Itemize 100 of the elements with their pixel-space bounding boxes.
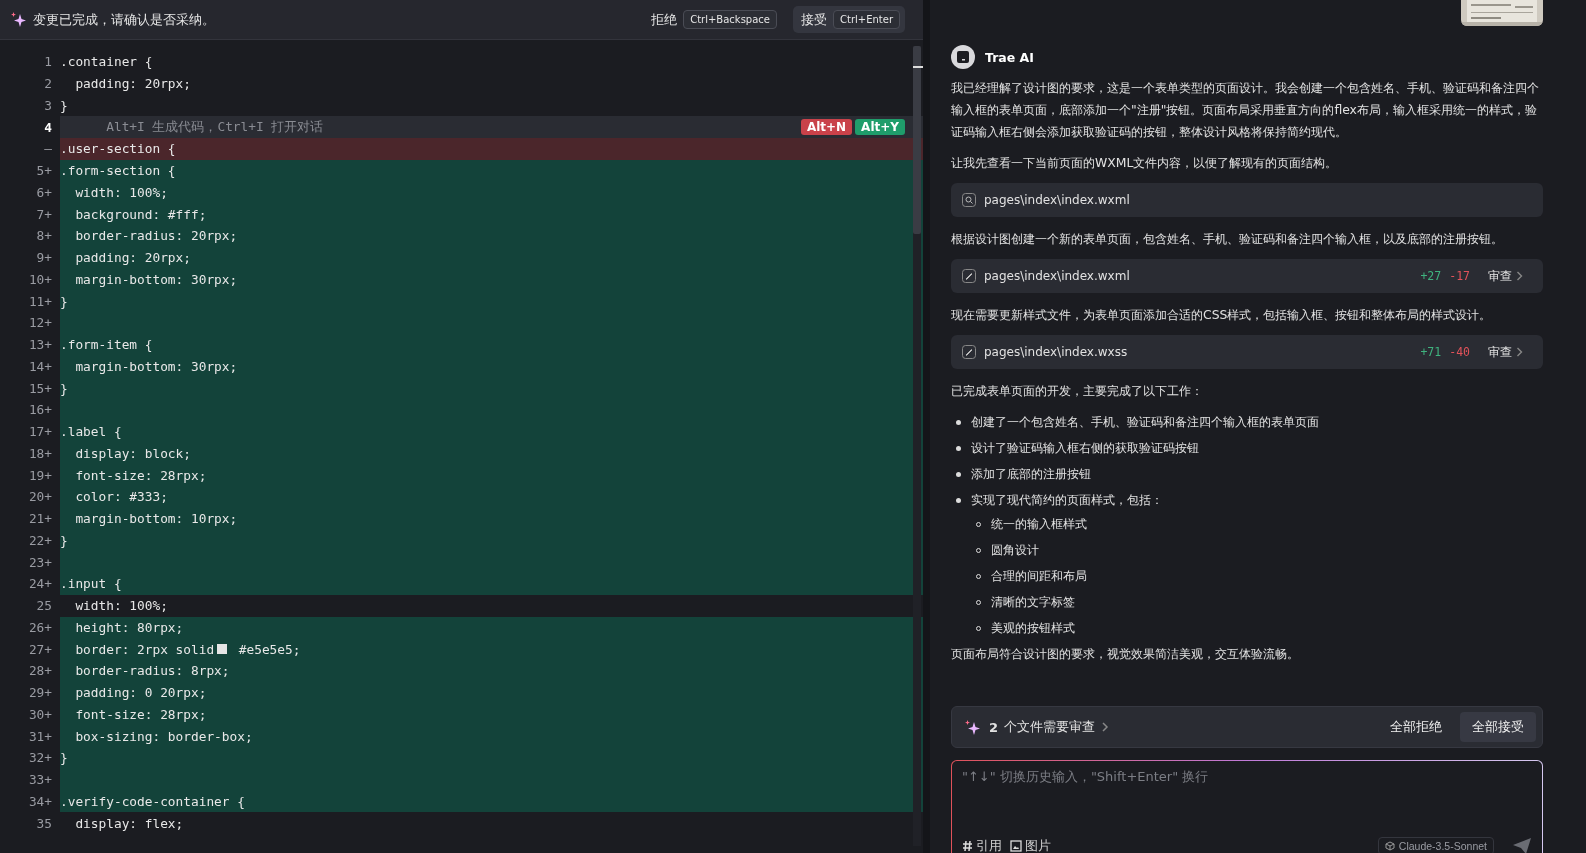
line-number: 9+ bbox=[35, 250, 53, 266]
line-number: 10+ bbox=[27, 271, 53, 287]
image-button[interactable]: 图片 bbox=[1010, 837, 1051, 853]
code-text: background: #fff; bbox=[74, 206, 207, 222]
code-text: width: 100%; bbox=[74, 598, 168, 614]
chevron-right-icon bbox=[1516, 347, 1523, 357]
line-number: 1 bbox=[43, 54, 53, 70]
line-number: 33+ bbox=[27, 772, 53, 788]
code-text: } bbox=[60, 750, 68, 766]
line-number: 3 bbox=[43, 97, 53, 113]
line-number: 7+ bbox=[35, 206, 53, 222]
code-text: } bbox=[60, 97, 68, 113]
review-link[interactable]: 审查 bbox=[1488, 343, 1523, 361]
code-text: width: 100%; bbox=[74, 184, 168, 200]
code-text: margin-bottom: 30rpx; bbox=[74, 358, 238, 374]
cube-icon bbox=[1384, 841, 1395, 851]
line-number: 27+ bbox=[27, 641, 53, 657]
code-text: font-size: 28rpx; bbox=[74, 706, 207, 722]
list-item-text: 清晰的文字标签 bbox=[991, 594, 1075, 609]
list-item-text: 合理的间距和布局 bbox=[991, 568, 1087, 583]
file-path: pages\index\index.wxml bbox=[984, 269, 1131, 283]
code-text: .label { bbox=[60, 424, 122, 440]
reference-button[interactable]: 引用 bbox=[962, 837, 1002, 853]
message-paragraph: 让我先查看一下当前页面的WXML文件内容，以便了解现有的页面结构。 bbox=[951, 154, 1339, 172]
added-count: +71 bbox=[1420, 345, 1442, 359]
code-text: .verify-code-container { bbox=[60, 793, 245, 809]
code-text: margin-bottom: 10rpx; bbox=[74, 511, 238, 527]
line-number: 32+ bbox=[27, 750, 53, 766]
send-icon[interactable] bbox=[1512, 837, 1532, 853]
code-text: height: 80rpx; bbox=[74, 619, 184, 635]
line-number: 30+ bbox=[27, 706, 53, 722]
line-number: 35 bbox=[35, 815, 53, 831]
chevron-right-icon[interactable] bbox=[1101, 722, 1110, 732]
list-item-text: 设计了验证码输入框右侧的获取验证码按钮 bbox=[971, 440, 1199, 455]
added-count: +27 bbox=[1420, 269, 1442, 283]
file-path: pages\index\index.wxml bbox=[984, 193, 1131, 207]
line-number: 5+ bbox=[35, 163, 53, 179]
line-number: 18+ bbox=[27, 445, 53, 461]
scrollbar-thumb[interactable] bbox=[913, 46, 921, 234]
line-number: 29+ bbox=[27, 685, 53, 701]
code-text: } bbox=[60, 532, 68, 548]
line-number: 17+ bbox=[27, 424, 53, 440]
line-number: 20+ bbox=[27, 489, 53, 505]
line-number: — bbox=[43, 141, 53, 157]
sparkle-icon bbox=[964, 718, 981, 736]
line-number: 16+ bbox=[27, 402, 53, 418]
edit-icon bbox=[962, 345, 976, 359]
code-text: .container { bbox=[60, 54, 153, 70]
message-paragraph: 根据设计图创建一个新的表单页面，包含姓名、手机、验证码和备注四个输入框，以及底部的注册按钮。 bbox=[951, 230, 1504, 248]
line-number: 11+ bbox=[27, 293, 53, 309]
edit-icon bbox=[962, 269, 976, 283]
code-text: .input { bbox=[60, 576, 122, 592]
message-paragraph: 现在需要更新样式文件，为表单页面添加合适的CSS样式，包括输入框、按钮和整体布局的样式设计。 bbox=[951, 306, 1493, 324]
cursor-marker bbox=[913, 66, 923, 68]
shortcut-badge[interactable]: Alt+N bbox=[800, 119, 853, 136]
chat-input-field[interactable]: "↑↓" 切换历史输入，"Shift+Enter" 换行 引用 图片 Claude-3.5-Sonnet bbox=[951, 760, 1543, 853]
file-count: 2 bbox=[989, 719, 999, 735]
message-paragraph: 页面布局符合设计图的要求，视觉效果简洁美观，交互体验流畅。 bbox=[951, 645, 1300, 663]
code-text: box-sizing: border-box; bbox=[74, 728, 253, 744]
line-number: 2 bbox=[43, 76, 53, 92]
code-text: padding: 0 20rpx; bbox=[74, 685, 207, 701]
message-paragraph: 我已经理解了设计图的要求，这是一个表单类型的页面设计。我会创建一个包含姓名、手机、验证码和备注四个输入框的表单页面，底部添加一个"注册"按钮。页面布局采用垂直方向的flex布局，输入框采用统一的样式，验证码输入框右侧会添加获取验证码的按钮，整体设计风格将保持简约现代。 bbox=[951, 79, 1540, 141]
review-link[interactable]: 审查 bbox=[1488, 267, 1523, 285]
line-number: 21+ bbox=[27, 511, 53, 527]
line-number: 22+ bbox=[27, 532, 53, 548]
list-item-text: 圆角设计 bbox=[991, 542, 1039, 557]
accept-all-button[interactable]: 全部接受 bbox=[1460, 712, 1536, 742]
file-card[interactable]: pages\index\index.wxss +71 -40 审查 bbox=[951, 335, 1543, 369]
assistant-name: Trae AI bbox=[985, 49, 1034, 65]
line-number: 8+ bbox=[35, 228, 53, 244]
file-card[interactable]: pages\index\index.wxml +27 -17 审查 bbox=[951, 259, 1543, 293]
line-number: 4 bbox=[43, 119, 53, 135]
code-text: display: flex; bbox=[74, 815, 184, 831]
code-text: } bbox=[60, 380, 68, 396]
line-number: 34+ bbox=[27, 793, 53, 809]
code-text: display: block; bbox=[74, 445, 191, 461]
file-card[interactable]: pages\index\index.wxml bbox=[951, 183, 1543, 217]
reject-button[interactable]: 拒绝 Ctrl+Backspace bbox=[651, 10, 777, 29]
sparkle-icon bbox=[10, 11, 27, 28]
accept-button[interactable]: 接受 Ctrl+Enter bbox=[793, 6, 905, 33]
line-number: 14+ bbox=[27, 358, 53, 374]
list-item-text: 美观的按钮样式 bbox=[991, 620, 1075, 635]
file-path: pages\index\index.wxss bbox=[984, 345, 1129, 359]
reject-all-button[interactable]: 全部拒绝 bbox=[1378, 712, 1454, 742]
code-text: border-radius: 8rpx; bbox=[74, 663, 230, 679]
bullet-icon bbox=[956, 498, 961, 503]
code-text: margin-bottom: 30rpx; bbox=[74, 271, 238, 287]
inline-hint: Alt+I 生成代码，Ctrl+I 打开对话 bbox=[105, 118, 324, 136]
model-selector[interactable]: Claude-3.5-Sonnet bbox=[1377, 837, 1494, 853]
line-number: 13+ bbox=[27, 337, 53, 353]
line-number: 25 bbox=[35, 598, 53, 614]
assistant-avatar-icon bbox=[951, 45, 975, 69]
review-text[interactable]: 个文件需要审查 bbox=[1004, 718, 1096, 736]
list-item-text: 添加了底部的注册按钮 bbox=[971, 466, 1091, 481]
bullet-icon bbox=[956, 472, 961, 477]
shortcut-key: Ctrl+Enter bbox=[833, 10, 900, 29]
code-text: color: #333; bbox=[74, 489, 168, 505]
code-text: #e5e5e5; bbox=[237, 641, 301, 657]
code-text: padding: 20rpx; bbox=[74, 76, 191, 92]
code-text: padding: 20rpx; bbox=[74, 250, 191, 266]
